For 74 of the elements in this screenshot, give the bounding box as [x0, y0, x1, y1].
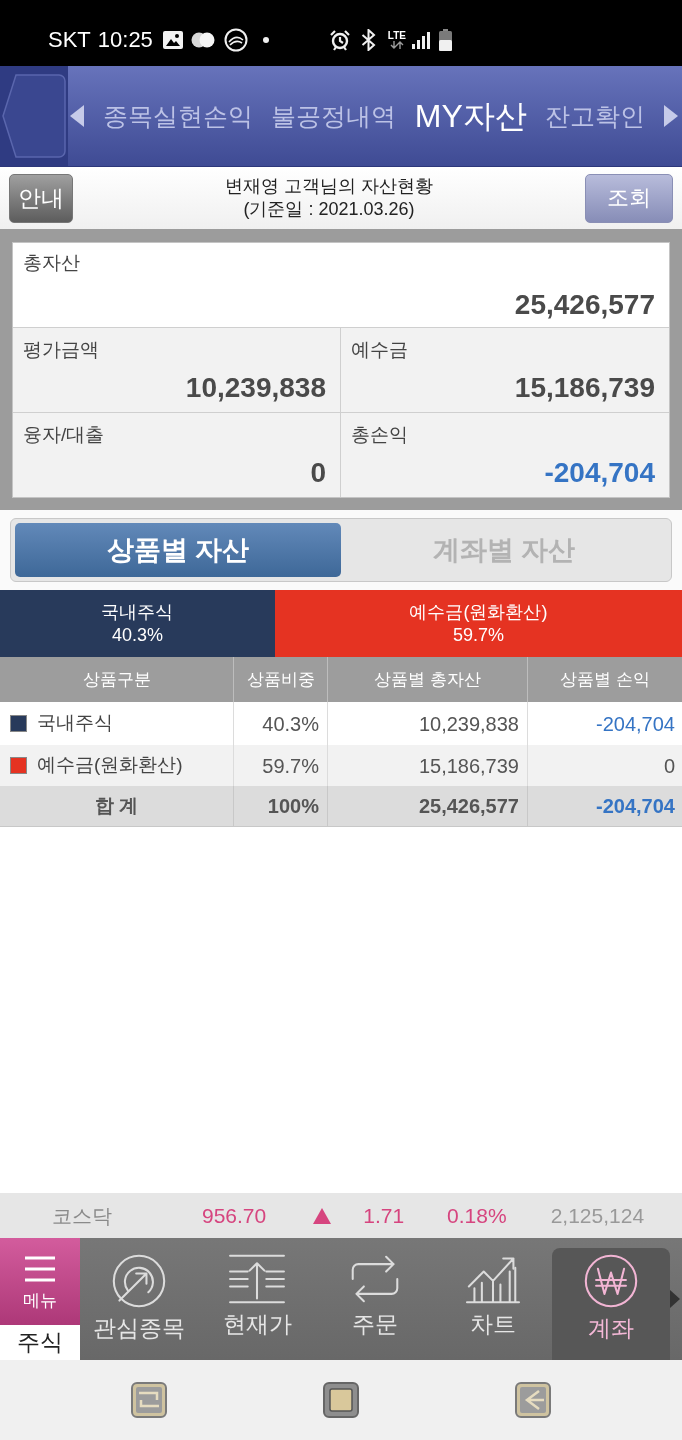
column-header: 상품비중	[246, 668, 315, 691]
home-icon[interactable]	[323, 1382, 359, 1418]
nav-item[interactable]: 현재가	[198, 1238, 316, 1360]
guide-button[interactable]: 안내	[9, 173, 73, 223]
index-volume: 2,125,124	[550, 1202, 645, 1229]
recent-apps-icon[interactable]	[131, 1382, 167, 1418]
app-notification-icon	[190, 31, 215, 49]
nav-item[interactable]: 계좌	[552, 1248, 670, 1360]
table-cell-text: 100%	[267, 794, 319, 819]
header-tab[interactable]: MY자산	[414, 100, 527, 132]
network-type-label: LTE	[387, 31, 406, 41]
won-circle-icon	[583, 1253, 639, 1309]
asset-view-tab[interactable]: 상품별 자산	[15, 523, 341, 577]
summary-label: 예수금	[351, 340, 409, 359]
nav-item[interactable]: 관심종목	[80, 1238, 198, 1360]
summary-value: 10,239,838	[185, 374, 327, 402]
bluetooth-icon	[360, 29, 376, 51]
header-tab[interactable]: 잔고확인	[545, 103, 646, 129]
table-cell-text: 합 계	[94, 793, 139, 818]
header-tab[interactable]: 불공정내역	[271, 103, 397, 129]
image-icon	[162, 31, 183, 49]
battery-icon	[439, 29, 452, 51]
menu-icon	[24, 1256, 56, 1282]
table-cell-text: 40.3%	[262, 711, 319, 737]
data-arrows-icon	[389, 41, 404, 49]
summary-value: 0	[310, 459, 327, 487]
query-button[interactable]: 조회	[585, 173, 673, 223]
summary-label: 평가금액	[23, 340, 100, 359]
index-price: 956.70	[202, 1202, 267, 1229]
notification-dot-icon	[262, 37, 269, 43]
carrier-label: SKT	[48, 29, 91, 51]
lines-up-arrow-icon	[227, 1253, 287, 1305]
allocation-share: 59.7%	[452, 623, 504, 647]
allocation-name: 국내주식	[101, 600, 174, 624]
clock-time: 10:25	[97, 29, 153, 51]
summary-label: 융자/대출	[23, 425, 106, 444]
header-tab[interactable]: 종목실현손익	[102, 103, 253, 129]
index-change: 1.71	[363, 1202, 405, 1229]
table-cell-text: 0	[663, 753, 675, 779]
index-name: 코스닥	[52, 1203, 112, 1229]
column-header: 상품별 총자산	[374, 668, 481, 691]
allocation-share: 40.3%	[111, 623, 163, 647]
table-cell-text: -204,704	[596, 794, 675, 819]
summary-label: 총손익	[351, 425, 409, 444]
base-date-label: (기준일 : 2021.03.26)	[243, 198, 415, 221]
right-triangle-icon[interactable]	[663, 105, 678, 127]
market-tab[interactable]: 주식	[0, 1325, 80, 1360]
page-title: 변재영 고객님의 자산현황	[225, 175, 433, 198]
back-button[interactable]	[0, 66, 68, 166]
table-cell-text: 예수금(원화환산)	[37, 753, 183, 778]
column-header: 상품구분	[82, 668, 151, 691]
summary-value: 25,426,577	[514, 291, 656, 319]
table-cell-text: -204,704	[596, 711, 675, 737]
table-cell-text: 59.7%	[262, 753, 319, 779]
right-triangle-icon[interactable]	[670, 1290, 680, 1308]
column-header: 상품별 손익	[560, 668, 650, 691]
signal-icon	[412, 31, 430, 49]
swirl-circle-icon	[223, 28, 248, 52]
menu-button[interactable]: 메뉴	[0, 1238, 80, 1325]
table-cell-text: 25,426,577	[418, 794, 519, 819]
left-triangle-icon[interactable]	[70, 105, 84, 127]
alarm-icon	[328, 29, 351, 51]
left-tab-icon	[2, 74, 66, 158]
summary-value: -204,704	[544, 459, 656, 487]
summary-value: 15,186,739	[514, 374, 656, 402]
index-change-rate: 0.18%	[447, 1202, 507, 1229]
table-cell-text: 10,239,838	[418, 711, 519, 737]
allocation-name: 예수금(원화환산)	[409, 600, 548, 624]
summary-label: 총자산	[23, 253, 81, 272]
nav-item[interactable]: 차트	[434, 1238, 552, 1360]
table-cell-text: 국내주식	[37, 711, 113, 736]
back-icon[interactable]	[515, 1382, 551, 1418]
nav-item[interactable]: 주문	[316, 1238, 434, 1360]
table-cell-text: 15,186,739	[418, 753, 519, 779]
